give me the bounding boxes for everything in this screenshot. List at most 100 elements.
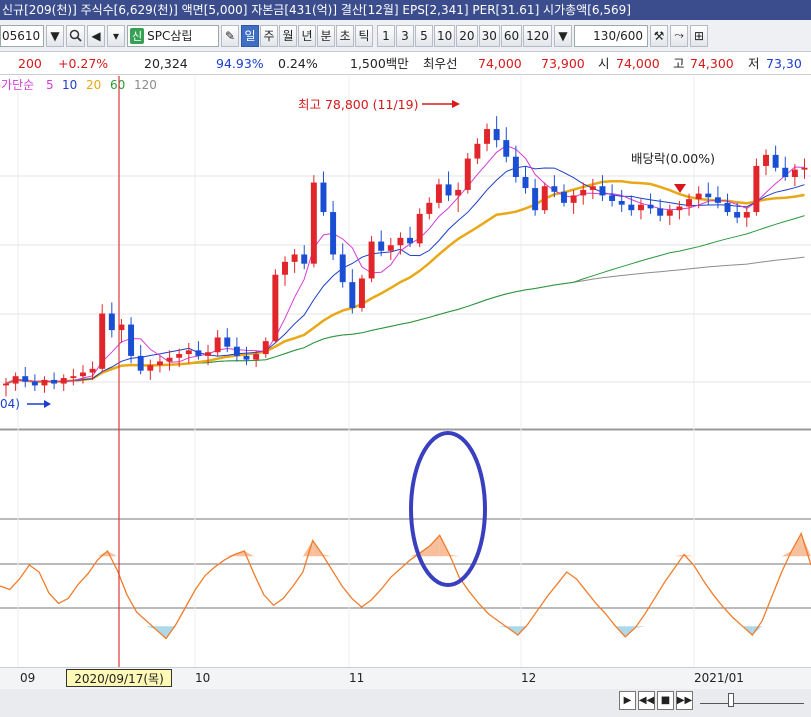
stop-button[interactable]: ■ xyxy=(657,691,674,710)
zoom-slider-track[interactable] xyxy=(700,697,804,704)
candle-body xyxy=(397,237,404,246)
candle-body xyxy=(387,245,394,251)
play-button[interactable]: ▶ xyxy=(619,691,636,710)
candle-body xyxy=(714,197,721,203)
stock-chart[interactable]: 주가단순 5 10 20 60 120 최고 78,800 (11/19) 배당락(0.0… xyxy=(0,76,811,667)
candle-body xyxy=(416,213,423,244)
minute-tab-10[interactable]: 10 xyxy=(434,24,456,47)
chart-toolbar: 05610 ▼ ◀ ▾ 신 SPC삼립 ✎ 일주월년분초틱 1 3 5 10 20 30 6… xyxy=(0,20,811,52)
legend-item-4: 60 xyxy=(110,78,125,92)
candle-body xyxy=(339,254,346,283)
minute-tab-20[interactable]: 20 xyxy=(456,24,478,47)
rewind-icon: ◀◀ xyxy=(638,695,655,706)
candle-body xyxy=(782,167,789,177)
candle-body xyxy=(301,254,308,264)
candle-body xyxy=(310,182,317,264)
candle-body xyxy=(426,202,433,214)
high-price-annotation: 최고 78,800 (11/19) xyxy=(298,97,418,112)
grid-icon: ⊞ xyxy=(694,28,705,43)
turnover-rate: 0.24% xyxy=(278,56,318,71)
candle-body xyxy=(156,361,163,366)
chart-option-icon: ⤳ xyxy=(674,28,684,42)
minute-tab-60[interactable]: 60 xyxy=(500,24,523,47)
left-price-label: 04) xyxy=(0,397,20,411)
candle-body xyxy=(262,341,269,355)
minute-dropdown-button[interactable]: ▼ xyxy=(554,24,573,47)
candle-body xyxy=(666,210,673,216)
fast-forward-button[interactable]: ▶▶ xyxy=(676,691,693,710)
minute-tab-1[interactable]: 1 xyxy=(377,24,395,47)
minute-tab-30[interactable]: 30 xyxy=(478,24,500,47)
candle-body xyxy=(445,184,452,196)
candle-body xyxy=(743,212,750,218)
best-quote-label: 최우선 xyxy=(423,56,458,71)
stock-code-input[interactable]: 05610 xyxy=(0,24,44,47)
ask-price: 74,000 xyxy=(478,56,522,71)
pencil-button[interactable]: ✎ xyxy=(221,24,239,47)
candle-body xyxy=(753,165,760,213)
chart-annotations: 최고 78,800 (11/19) 배당락(0.00%) 04) xyxy=(0,97,715,411)
candle-body xyxy=(589,186,596,190)
candle-body xyxy=(41,379,48,386)
candle-body xyxy=(734,212,741,218)
search-button[interactable] xyxy=(66,24,85,47)
candle-body xyxy=(3,383,9,386)
period-tab-3[interactable]: 년 xyxy=(298,24,316,47)
code-dropdown-button[interactable]: ▼ xyxy=(46,24,64,47)
candle-body xyxy=(551,186,558,192)
candle-body xyxy=(686,199,693,207)
x-label-10: 10 xyxy=(195,671,211,685)
ma5-line xyxy=(5,145,805,385)
volume: 20,324 xyxy=(144,56,188,71)
candle-body xyxy=(618,200,625,205)
period-tab-4[interactable]: 분 xyxy=(317,24,335,47)
candle-body xyxy=(484,129,491,144)
period-tabs: 일주월년분초틱 xyxy=(241,24,373,47)
candle-body xyxy=(801,167,808,170)
high-label: 고 xyxy=(673,56,685,71)
grid-button[interactable]: ⊞ xyxy=(690,24,709,47)
high-arrow-head xyxy=(452,100,460,108)
candle-body xyxy=(532,188,539,211)
minute-tab-120[interactable]: 120 xyxy=(523,24,553,47)
candle-body xyxy=(791,169,798,177)
chevron-down-icon: ▼ xyxy=(50,28,60,43)
period-tab-1[interactable]: 주 xyxy=(260,24,278,47)
candle-body xyxy=(51,379,58,384)
low-price: 73,30 xyxy=(766,56,802,71)
oscillator-overbought-fill xyxy=(449,554,460,557)
chart-tools-button[interactable]: ⚒ xyxy=(650,24,669,47)
chevron-down-icon: ▾ xyxy=(112,28,120,43)
chart-option-button[interactable]: ⤳ xyxy=(670,24,689,47)
candle-body xyxy=(580,189,587,196)
candle-body xyxy=(522,177,529,189)
left-arrow-head xyxy=(44,400,51,408)
ma60-line xyxy=(5,215,805,385)
low-label: 저 xyxy=(748,56,760,71)
period-tab-0[interactable]: 일 xyxy=(241,24,259,47)
count-total: /600 xyxy=(616,28,644,43)
candle-body xyxy=(176,354,183,358)
rewind-button[interactable]: ◀◀ xyxy=(638,691,655,710)
zoom-slider-handle[interactable] xyxy=(728,693,734,707)
candle-body xyxy=(763,154,769,166)
candle-body xyxy=(224,337,231,347)
period-tab-5[interactable]: 초 xyxy=(336,24,354,47)
period-tab-6[interactable]: 틱 xyxy=(355,24,373,47)
candle-body xyxy=(89,368,96,373)
prev-stock-button[interactable]: ▾ xyxy=(107,24,125,47)
minute-tab-5[interactable]: 5 xyxy=(415,24,433,47)
data-count-field[interactable]: 130/600 xyxy=(574,24,649,47)
candle-body xyxy=(772,154,779,168)
candle-body xyxy=(185,350,192,355)
period-tab-2[interactable]: 월 xyxy=(279,24,297,47)
candle-body xyxy=(464,158,471,190)
dividend-annotation: 배당락(0.00%) xyxy=(631,151,715,166)
stock-name-box[interactable]: 신 SPC삼립 xyxy=(127,24,219,47)
candle-body xyxy=(378,241,385,251)
candle-body xyxy=(368,241,375,279)
legend-item-0: 주가단순 xyxy=(0,78,34,92)
candle-body xyxy=(243,355,250,360)
speaker-button[interactable]: ◀ xyxy=(87,24,105,47)
minute-tab-3[interactable]: 3 xyxy=(396,24,414,47)
